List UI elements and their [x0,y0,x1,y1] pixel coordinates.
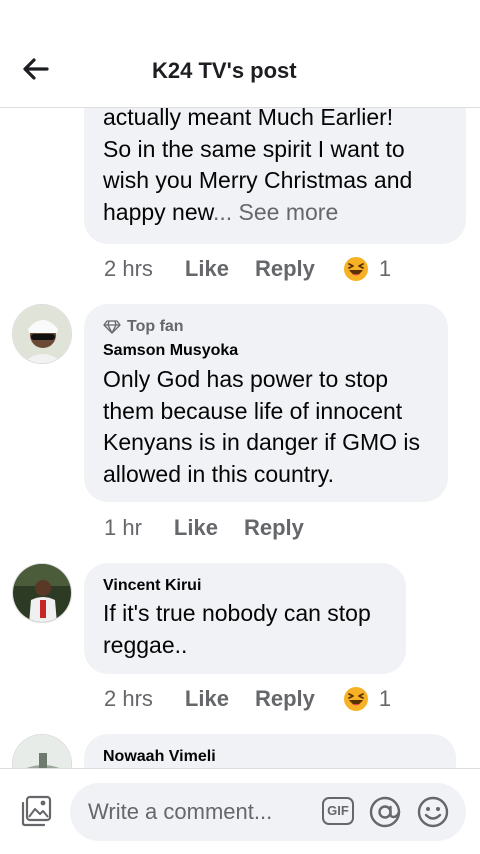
gif-button[interactable]: GIF [322,797,354,825]
comment-time: 2 hrs [104,256,153,281]
avatar[interactable] [12,304,72,364]
comment-input[interactable]: Write a comment... GIF [70,783,466,841]
comment-composer: Write a comment... GIF [0,768,480,854]
diamond-icon [103,320,121,334]
avatar[interactable] [12,563,72,623]
like-button[interactable]: Like [174,515,218,541]
comment-text: Only God has power to stop them because … [103,366,421,487]
comment-text: actually meant Much Earlier! So in the s… [103,108,413,225]
comment-bubble[interactable]: Vincent Kirui If it's true nobody can st… [84,563,406,674]
comment-author[interactable]: Nowaah Vimeli [103,748,216,766]
see-more-link[interactable]: ... See more [213,199,338,225]
like-button[interactable]: Like [185,256,229,282]
reply-button[interactable]: Reply [244,515,304,541]
back-arrow-icon[interactable] [18,52,52,86]
reply-button[interactable]: Reply [255,686,315,712]
comment-author[interactable]: Samson Musyoka [103,342,238,360]
comment-bubble[interactable]: Nowaah Vimeli [84,734,456,768]
comment-bubble[interactable]: Top fan Samson Musyoka Only God has powe… [84,304,448,502]
comment-actions: 2 hrs Like Reply 1 [104,256,391,282]
page-title: K24 TV's post [152,58,297,83]
mention-icon[interactable] [368,795,402,829]
comment-author[interactable]: Vincent Kirui [103,577,201,595]
emoji-icon[interactable] [416,795,450,829]
comment-time: 1 hr [104,515,142,540]
like-button[interactable]: Like [185,686,229,712]
comment-time: 2 hrs [104,686,153,711]
comment-bubble[interactable]: actually meant Much Earlier! So in the s… [84,108,466,244]
avatar[interactable] [12,734,72,768]
laughing-emoji-icon [343,687,368,711]
comment-actions: 2 hrs Like Reply 1 [104,686,391,712]
reaction-summary[interactable]: 1 [343,256,391,282]
reaction-summary[interactable]: 1 [343,686,391,712]
comment-list[interactable]: actually meant Much Earlier! So in the s… [0,108,480,768]
photo-icon[interactable] [18,793,54,829]
reply-button[interactable]: Reply [255,256,315,282]
top-fan-badge: Top fan [103,318,184,336]
comment-text: If it's true nobody can stop reggae.. [103,600,371,658]
top-bar: K24 TV's post [0,0,480,108]
reaction-count: 1 [378,256,392,281]
comment-placeholder: Write a comment... [88,799,273,824]
laughing-emoji-icon [343,257,368,281]
reaction-count: 1 [378,686,392,711]
comment-actions: 1 hr Like Reply [104,515,330,541]
